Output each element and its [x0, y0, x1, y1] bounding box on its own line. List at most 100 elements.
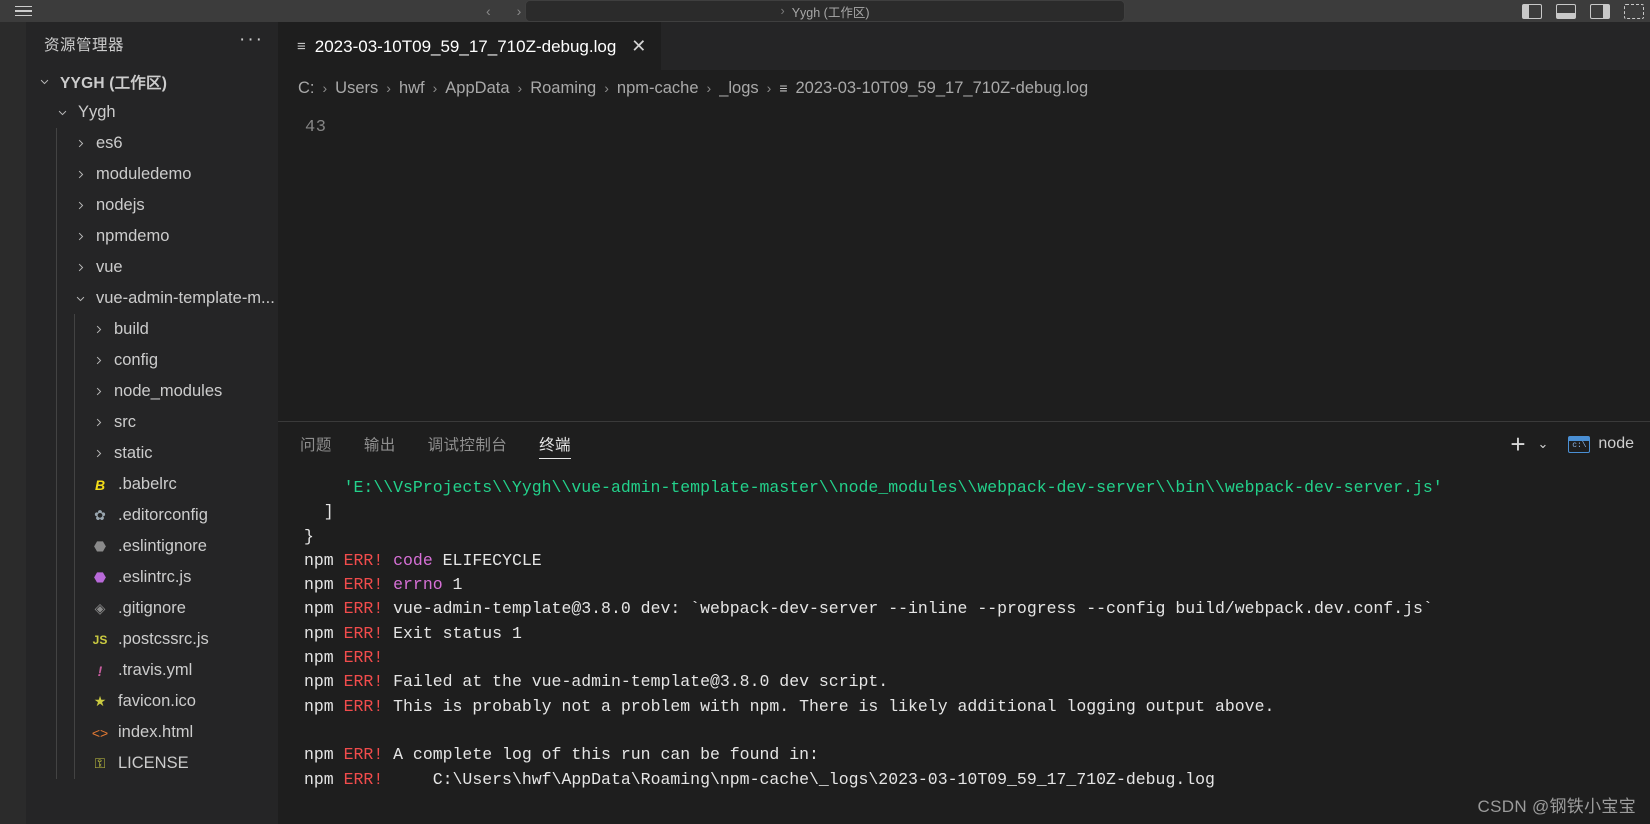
terminal-line: npm ERR! Exit status 1: [304, 622, 1650, 646]
new-terminal-button[interactable]: +: [1510, 431, 1525, 457]
customize-layout-icon[interactable]: [1624, 3, 1644, 19]
terminal-segment: }: [304, 526, 314, 546]
tree-file-item[interactable]: ★ favicon.ico: [26, 686, 278, 717]
git-ignore-icon: ◈: [94, 600, 106, 616]
go-forward-button[interactable]: ›: [517, 3, 522, 19]
chevron-down-icon[interactable]: ⌄: [1538, 436, 1549, 452]
file-tree[interactable]: YYGH (工作区) Yygh es6 moduledemo nodejs npmdemo…: [26, 66, 278, 824]
editor-tab[interactable]: ≡ 2023-03-10T09_59_17_710Z-debug.log ✕: [278, 22, 662, 70]
tree-file-item[interactable]: B .babelrc: [26, 469, 278, 500]
panel-bottom-icon[interactable]: [1556, 3, 1576, 19]
tree-item-label: npmdemo: [96, 227, 170, 245]
tree-item-label: vue: [96, 258, 123, 276]
chevron-right-icon[interactable]: [88, 448, 108, 459]
tree-folder-item[interactable]: vue: [26, 252, 278, 283]
chevron-down-icon[interactable]: [70, 293, 90, 304]
tree-folder-item[interactable]: nodejs: [26, 190, 278, 221]
watermark: CSDN @钢铁小宝宝: [1477, 797, 1636, 816]
main-menu-button[interactable]: [0, 0, 46, 22]
terminal-segment: 'E:\\VsProjects\\Yygh\\vue-admin-templat…: [343, 478, 1443, 497]
breadcrumb[interactable]: C: › Users › hwf › AppData › Roaming › npm-cache › _…: [278, 70, 1650, 106]
chevron-right-icon[interactable]: [88, 417, 108, 428]
breadcrumb-item[interactable]: Roaming: [530, 79, 596, 98]
breadcrumb-file-label: 2023-03-10T09_59_17_710Z-debug.log: [795, 78, 1089, 97]
terminal-segment: ERR!: [343, 599, 394, 619]
indent-guide: [56, 717, 57, 748]
tree-folder-item[interactable]: moduledemo: [26, 159, 278, 190]
terminal-line: npm ERR! vue-admin-template@3.8.0 dev: `…: [304, 597, 1650, 621]
terminal-line: npm ERR! A complete log of this run can …: [304, 743, 1650, 767]
panel-tab-3[interactable]: 终端: [539, 422, 571, 466]
terminal-segment: C:\Users\hwf\AppData\Roaming\npm-cache\_…: [393, 769, 1215, 789]
more-actions-icon[interactable]: ···: [239, 30, 264, 53]
tree-file-item[interactable]: ⬣ .eslintrc.js: [26, 562, 278, 593]
tree-folder-item[interactable]: node_modules: [26, 376, 278, 407]
chevron-right-icon[interactable]: [88, 355, 108, 366]
terminal-segment: errno: [393, 575, 453, 595]
chevron-right-icon[interactable]: [70, 169, 90, 180]
breadcrumb-item[interactable]: C:: [298, 79, 315, 98]
chevron-down-icon[interactable]: [52, 107, 72, 118]
chevron-right-icon[interactable]: [88, 386, 108, 397]
vscode-window: ‹ › › Yygh (工作区) 资源管理器 ··· YYGH (工作区) Yyg…: [0, 0, 1650, 824]
breadcrumb-item[interactable]: npm-cache: [617, 79, 699, 98]
tree-folder-item[interactable]: Yygh: [26, 97, 278, 128]
terminal-segment: npm: [304, 672, 344, 692]
indent-guide: [56, 283, 57, 314]
editor-tab-bar: ≡ 2023-03-10T09_59_17_710Z-debug.log ✕: [278, 22, 1650, 70]
tree-item-label: config: [114, 351, 159, 369]
tree-file-item[interactable]: ⚿ LICENSE: [26, 748, 278, 779]
tree-file-item[interactable]: ✿ .editorconfig: [26, 500, 278, 531]
chevron-right-icon[interactable]: [70, 138, 90, 149]
indent-guide: [56, 469, 57, 500]
panel-left-icon[interactable]: [1522, 3, 1542, 19]
terminal-segment: npm: [304, 648, 344, 668]
tree-file-item[interactable]: JS .postcssrc.js: [26, 624, 278, 655]
tree-file-item[interactable]: ◈ .gitignore: [26, 593, 278, 624]
breadcrumb-item[interactable]: hwf: [399, 79, 425, 98]
activity-bar[interactable]: [0, 22, 26, 824]
tree-folder-item[interactable]: es6: [26, 128, 278, 159]
tree-folder-item[interactable]: static: [26, 438, 278, 469]
chevron-right-icon[interactable]: [88, 324, 108, 335]
breadcrumb-file-item[interactable]: ≡ 2023-03-10T09_59_17_710Z-debug.log: [779, 79, 1088, 98]
terminal-segment: npm: [304, 745, 344, 765]
panel-tab-0[interactable]: 问题: [300, 422, 332, 466]
indent-guide: [56, 500, 57, 531]
tree-file-item[interactable]: <> index.html: [26, 717, 278, 748]
panel-tab-2[interactable]: 调试控制台: [428, 422, 508, 466]
log-file-icon: ≡: [297, 38, 306, 55]
indent-guide: [56, 655, 57, 686]
tree-folder-item[interactable]: config: [26, 345, 278, 376]
go-back-button[interactable]: ‹: [486, 3, 491, 19]
tree-folder-item[interactable]: npmdemo: [26, 221, 278, 252]
tree-folder-item[interactable]: build: [26, 314, 278, 345]
terminal-name: node: [1598, 435, 1634, 452]
terminal-output[interactable]: 'E:\\VsProjects\\Yygh\\vue-admin-templat…: [278, 466, 1650, 824]
breadcrumb-item[interactable]: _logs: [719, 79, 758, 98]
tree-folder-item[interactable]: YYGH (工作区): [26, 66, 278, 97]
panel-right-icon[interactable]: [1590, 3, 1610, 19]
terminal-segment: Failed at the vue-admin-template@3.8.0 d…: [393, 672, 889, 692]
indent-guide: [56, 376, 57, 407]
chevron-down-icon[interactable]: [34, 76, 54, 87]
panel-tab-1[interactable]: 输出: [364, 422, 396, 466]
breadcrumb-separator-icon: ›: [322, 80, 328, 96]
hamburger-icon: [14, 5, 32, 17]
tree-file-item[interactable]: ! .travis.yml: [26, 655, 278, 686]
close-icon[interactable]: ✕: [631, 36, 646, 57]
terminal-instance-selector[interactable]: c:\ node: [1568, 435, 1634, 453]
chevron-right-icon[interactable]: [70, 262, 90, 273]
chevron-right-icon[interactable]: [70, 231, 90, 242]
terminal-segment: ERR!: [343, 550, 394, 570]
tree-folder-item[interactable]: src: [26, 407, 278, 438]
tree-folder-item[interactable]: vue-admin-template-m...: [26, 283, 278, 314]
breadcrumb-item[interactable]: AppData: [445, 79, 509, 98]
breadcrumb-item[interactable]: Users: [335, 79, 378, 98]
terminal-segment: vue-admin-template@3.8.0 dev: `webpack-d…: [393, 599, 1433, 619]
tree-item-label: src: [114, 413, 136, 431]
chevron-right-icon[interactable]: [70, 200, 90, 211]
editor-content[interactable]: 43: [278, 106, 1650, 421]
command-center-search[interactable]: › Yygh (工作区): [525, 0, 1125, 22]
tree-file-item[interactable]: ⬣ .eslintignore: [26, 531, 278, 562]
